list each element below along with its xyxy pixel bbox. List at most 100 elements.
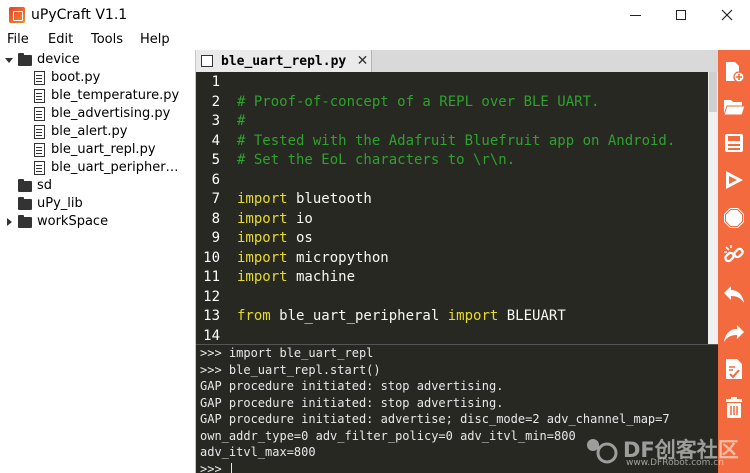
code-line[interactable]: 4 # Tested with the Adafruit Bluefruit ap… (196, 132, 706, 152)
code-text: # Tested with the Adafruit Bluefruit app… (237, 132, 675, 152)
line-number: 10 (203, 249, 220, 266)
code-line[interactable]: 14 (196, 327, 706, 345)
tree-file[interactable]: boot.py (34, 69, 100, 87)
tree-label: sd (37, 178, 53, 193)
line-number: 11 (203, 269, 220, 285)
syntax-check-button[interactable] (721, 356, 747, 382)
terminal-line: adv_itvl_max=800 (200, 444, 316, 461)
maximize-icon (676, 10, 686, 20)
terminal-text: >>> import ble_uart_repl (200, 346, 374, 360)
code-line[interactable]: 13 from ble_uart_peripheral import BLEUAR… (196, 307, 706, 327)
line-number: 6 (211, 171, 220, 188)
save-button[interactable] (721, 130, 747, 156)
code-line[interactable]: 6 (196, 171, 706, 191)
clear-icon (726, 397, 742, 418)
connect-icon (724, 245, 744, 263)
menu-edit[interactable]: Edit (48, 31, 73, 49)
code-text: import machine (237, 268, 355, 288)
code-token-keyword: import (237, 269, 288, 285)
code-text: # Set the EoL characters to \r\n. (237, 151, 515, 171)
tree-file[interactable]: ble_alert.py (34, 123, 127, 141)
tree-folder-upy-lib[interactable]: uPy_lib (18, 195, 83, 213)
editor-scrollbar[interactable] (708, 72, 718, 344)
code-line[interactable]: 9 import os (196, 229, 706, 249)
tree-label: boot.py (51, 70, 101, 85)
file-icon (34, 89, 45, 103)
code-token-comment: # Set the EoL characters to \r\n. (237, 152, 516, 168)
undo-icon (724, 286, 744, 303)
menu-tools[interactable]: Tools (91, 31, 123, 49)
code-line[interactable]: 1 (196, 73, 706, 93)
terminal-text: GAP procedure initiated: stop advertisin… (200, 379, 504, 393)
redo-button[interactable] (721, 320, 747, 346)
code-text: from ble_uart_peripheral import BLEUART (237, 307, 566, 327)
undo-button[interactable] (721, 281, 747, 307)
line-number: 7 (211, 191, 220, 207)
tab-close-icon[interactable]: ✕ (356, 53, 369, 69)
line-number: 8 (211, 210, 220, 227)
code-text: # Proof-of-concept of a REPL over BLE UA… (237, 93, 599, 113)
open-button[interactable] (721, 94, 747, 120)
terminal-text: adv_itvl_max=800 (200, 445, 316, 459)
code-line[interactable]: 10 import micropython (196, 249, 706, 269)
code-line[interactable]: 3 # (196, 112, 706, 132)
code-line[interactable]: 5 # Set the EoL characters to \r\n. (196, 151, 706, 171)
right-toolbar (718, 50, 750, 473)
code-line[interactable]: 12 (196, 288, 706, 308)
code-line[interactable]: 7 import bluetooth (196, 190, 706, 210)
terminal-text: GAP procedure initiated: advertise; disc… (200, 412, 670, 426)
save-icon (725, 134, 743, 152)
tree-file[interactable]: ble_advertising.py (34, 105, 170, 123)
line-number: 9 (211, 230, 220, 246)
clear-button[interactable] (721, 395, 747, 421)
minimize-icon (629, 14, 641, 16)
line-number: 3 (211, 113, 220, 129)
tree-folder-device[interactable]: device (5, 51, 80, 69)
syntax-check-icon (726, 359, 742, 379)
stop-button[interactable] (721, 205, 747, 231)
connect-button[interactable] (721, 242, 747, 268)
tab-ble-uart-repl[interactable]: ble_uart_repl.py ✕ (196, 50, 372, 72)
code-line[interactable]: 2 # Proof-of-concept of a REPL over BLE U… (196, 93, 706, 113)
tree-file[interactable]: ble_uart_repl.py (34, 141, 156, 159)
editor-tab-bar: ble_uart_repl.py ✕ (196, 50, 718, 72)
tree-label: ble_advertising.py (51, 106, 171, 121)
open-folder-icon (723, 100, 746, 116)
tree-label: uPy_lib (37, 196, 83, 211)
file-icon (34, 71, 45, 85)
code-line[interactable]: 8 import io (196, 210, 706, 230)
folder-icon (18, 178, 32, 192)
code-token-plain: bluetooth (287, 191, 372, 207)
minimize-button[interactable] (612, 0, 658, 30)
download-run-button[interactable] (721, 167, 747, 193)
folder-icon (18, 214, 32, 228)
code-text: import micropython (237, 249, 389, 269)
maximize-button[interactable] (658, 0, 704, 30)
terminal-line: own_addr_type=0 adv_filter_policy=0 adv_… (200, 428, 576, 445)
menu-help[interactable]: Help (140, 31, 170, 49)
file-tab-icon (201, 55, 213, 67)
collapse-arrow-icon[interactable] (7, 218, 12, 226)
tree-folder-sd[interactable]: sd (18, 177, 52, 195)
file-icon (34, 107, 45, 121)
code-token-keyword: import (237, 210, 288, 227)
terminal-line: GAP procedure initiated: stop advertisin… (200, 378, 503, 395)
code-token-keyword: from (237, 308, 271, 324)
terminal-text: own_addr_type=0 adv_filter_policy=0 adv_… (200, 428, 576, 443)
line-number: 2 (211, 93, 220, 110)
tab-label: ble_uart_repl.py (221, 53, 347, 69)
code-editor[interactable]: 1 2 # Proof-of-concept of a REPL over BLE … (196, 72, 718, 344)
code-token-plain: ble_uart_peripheral (270, 308, 448, 324)
repl-terminal[interactable]: >>> import ble_uart_repl >>> ble_uart_rep… (196, 344, 718, 473)
code-token-plain: io (287, 210, 313, 227)
tree-folder-workspace[interactable]: workSpace (5, 213, 108, 231)
tree-file[interactable]: ble_temperature.py (34, 87, 179, 105)
title-bar: uPyCraft V1.1 (0, 0, 750, 30)
new-file-button[interactable] (721, 59, 747, 85)
expand-arrow-icon[interactable] (5, 57, 13, 63)
close-button[interactable] (704, 0, 750, 30)
code-line[interactable]: 11 import machine (196, 268, 706, 288)
menu-file[interactable]: File (7, 31, 29, 49)
scroll-thumb[interactable] (709, 72, 717, 112)
tree-file[interactable]: ble_uart_peripher… (34, 159, 179, 177)
